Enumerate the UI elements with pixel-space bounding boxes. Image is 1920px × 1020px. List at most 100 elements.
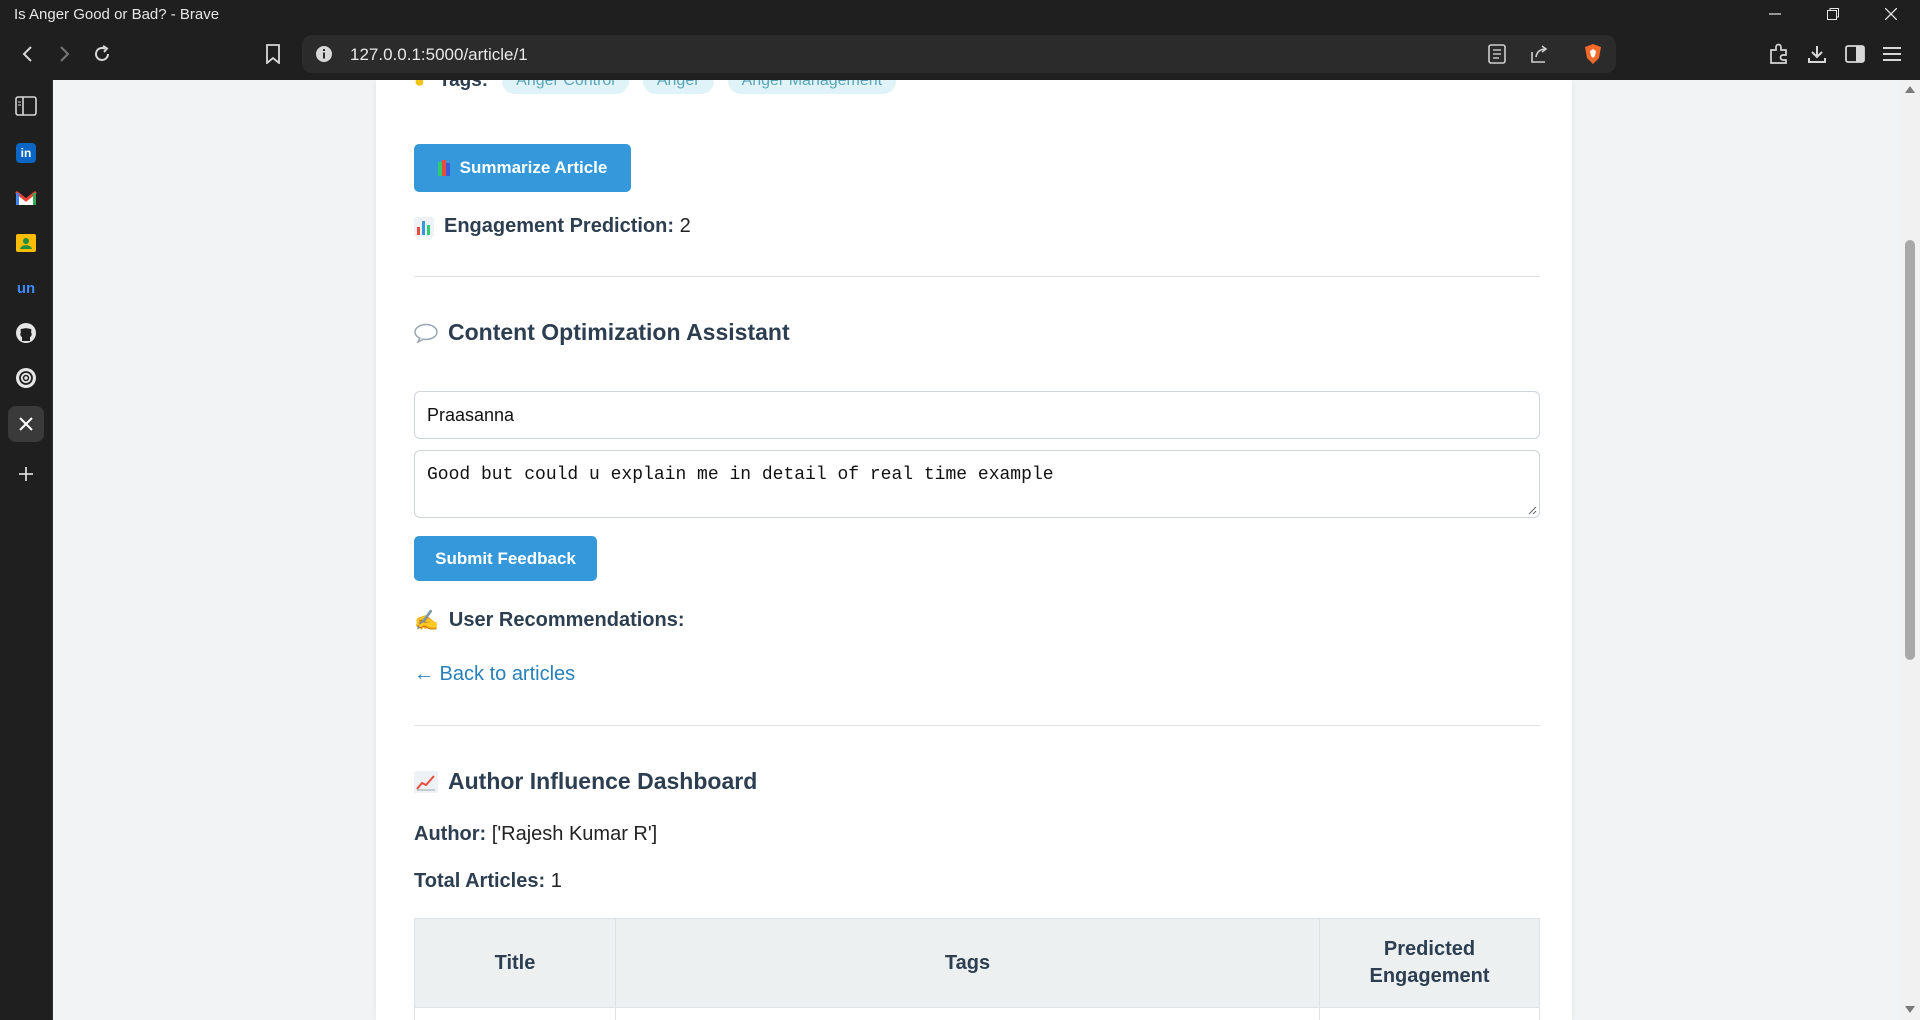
linkedin-icon: in <box>16 143 36 163</box>
tags-label: Tags: <box>438 80 489 91</box>
author-value: ['Rajesh Kumar R'] <box>491 823 658 845</box>
page-viewport: ● Tags: Anger Control Anger Anger Manage… <box>53 80 1900 1020</box>
contacts-icon <box>16 234 36 252</box>
feedback-textarea[interactable]: Good but could u explain me in detail of… <box>414 450 1540 518</box>
table-header-row: Title Tags Predicted Engagement <box>414 918 1540 1008</box>
reload-button[interactable] <box>86 38 118 70</box>
author-label: Author: <box>414 823 487 845</box>
writing-hand-icon: ✍ <box>414 610 439 632</box>
page-scrollbar[interactable] <box>1900 80 1920 1020</box>
back-button[interactable] <box>12 38 44 70</box>
dashboard-heading: Author Influence Dashboard <box>414 768 757 795</box>
user-recommendations: ✍ User Recommendations: <box>414 608 685 633</box>
submit-feedback-label: Submit Feedback <box>435 548 576 568</box>
sidebar-toggle-button[interactable] <box>1839 38 1871 70</box>
submit-feedback-button[interactable]: Submit Feedback <box>414 536 597 581</box>
hamburger-menu-icon <box>1883 47 1901 61</box>
predicted-engagement-header-label: Predicted Engagement <box>1369 938 1490 987</box>
recommendations-label: User Recommendations: <box>448 609 685 631</box>
unstop-icon: un <box>16 279 36 297</box>
minimize-button[interactable] <box>1746 0 1804 28</box>
site-info-icon[interactable] <box>314 44 334 69</box>
divider <box>414 276 1540 277</box>
total-articles-label: Total Articles: <box>414 870 546 892</box>
puzzle-icon <box>1770 43 1787 64</box>
back-to-articles-link[interactable]: ← Back to articles <box>414 663 575 686</box>
engagement-prediction: Engagement Prediction: 2 <box>414 215 691 238</box>
bar-chart-icon <box>414 216 434 237</box>
close-icon <box>1885 8 1897 20</box>
author-articles-table: Title Tags Predicted Engagement <box>414 918 1540 1020</box>
menu-button[interactable] <box>1876 38 1908 70</box>
restore-icon <box>1827 8 1839 20</box>
name-input[interactable]: Praasanna <box>414 391 1540 439</box>
column-header-tags: Tags <box>615 918 1320 1008</box>
chatgpt-icon <box>16 368 36 388</box>
column-header-predicted-engagement: Predicted Engagement <box>1319 918 1540 1008</box>
article-container: ● Tags: Anger Control Anger Anger Manage… <box>376 80 1572 1020</box>
resize-handle-icon[interactable] <box>1527 505 1537 515</box>
engagement-value: 2 <box>679 215 691 237</box>
total-articles-row: Total Articles: 1 <box>414 870 562 893</box>
table-row <box>414 1007 1540 1020</box>
books-icon <box>437 160 450 176</box>
url-text[interactable]: 127.0.0.1:5000/article/1 <box>350 45 528 65</box>
bookmark-icon <box>266 44 280 64</box>
restore-button[interactable] <box>1804 0 1862 28</box>
plus-icon <box>19 467 33 481</box>
total-articles-value: 1 <box>550 870 562 892</box>
sidebar-panel-button[interactable] <box>10 90 42 122</box>
sidebar-item-x[interactable] <box>8 406 44 442</box>
share-icon[interactable] <box>1529 44 1549 69</box>
tag-icon: ● <box>414 80 425 91</box>
extensions-button[interactable] <box>1763 38 1795 70</box>
forward-button[interactable] <box>48 38 80 70</box>
tag-pill[interactable]: Anger <box>642 80 714 94</box>
x-logo-icon <box>19 417 33 431</box>
minimize-icon <box>1769 13 1781 15</box>
summarize-article-button[interactable]: Summarize Article <box>414 144 631 192</box>
bookmark-button[interactable] <box>257 38 289 70</box>
chart-increasing-icon <box>414 770 438 793</box>
gmail-icon <box>15 190 37 205</box>
dashboard-title: Author Influence Dashboard <box>448 768 758 794</box>
arrow-right-icon <box>60 46 70 62</box>
author-row: Author: ['Rajesh Kumar R'] <box>414 823 657 846</box>
tag-pill[interactable]: Anger Control <box>502 80 629 94</box>
scroll-down-arrow-icon[interactable] <box>1905 1006 1915 1013</box>
download-icon <box>1808 46 1826 63</box>
summarize-button-label: Summarize Article <box>459 158 608 177</box>
tags-row: ● Tags: Anger Control Anger Anger Manage… <box>414 80 897 94</box>
window-titlebar: Is Anger Good or Bad? - Brave <box>0 0 1920 28</box>
speech-bubble-icon <box>414 323 438 343</box>
tag-pill[interactable]: Anger Management <box>727 80 897 94</box>
sidebar-item-linkedin[interactable]: in <box>10 137 42 169</box>
browser-toolbar: 127.0.0.1:5000/article/1 <box>0 28 1920 80</box>
scrollbar-thumb[interactable] <box>1905 240 1915 660</box>
feedback-textarea-value: Good but could u explain me in detail of… <box>427 465 1054 485</box>
address-bar[interactable]: 127.0.0.1:5000/article/1 <box>302 35 1616 73</box>
sidebar-item-contacts[interactable] <box>10 227 42 259</box>
sidebar-item-github[interactable] <box>10 317 42 349</box>
reader-mode-icon[interactable] <box>1488 44 1506 69</box>
sidebar-icon <box>1845 45 1865 63</box>
column-header-title: Title <box>414 918 616 1008</box>
divider <box>414 725 1540 726</box>
sidebar-panel-icon <box>15 96 37 116</box>
sidebar-item-gmail[interactable] <box>10 182 42 214</box>
name-input-value: Praasanna <box>427 405 515 425</box>
window-title: Is Anger Good or Bad? - Brave <box>14 6 220 23</box>
downloads-button[interactable] <box>1801 38 1833 70</box>
reload-icon <box>95 45 109 61</box>
browser-sidebar: in un <box>0 80 53 1020</box>
close-window-button[interactable] <box>1862 0 1920 28</box>
assistant-heading: Content Optimization Assistant <box>414 319 790 346</box>
sidebar-item-unstop[interactable]: un <box>10 272 42 304</box>
scroll-up-arrow-icon[interactable] <box>1905 86 1915 93</box>
assistant-title: Content Optimization Assistant <box>448 319 790 345</box>
brave-shields-icon[interactable] <box>1582 43 1604 70</box>
sidebar-add-button[interactable] <box>10 458 42 490</box>
sidebar-item-chatgpt[interactable] <box>10 362 42 394</box>
engagement-label: Engagement Prediction: <box>444 215 675 237</box>
github-icon <box>16 323 36 343</box>
